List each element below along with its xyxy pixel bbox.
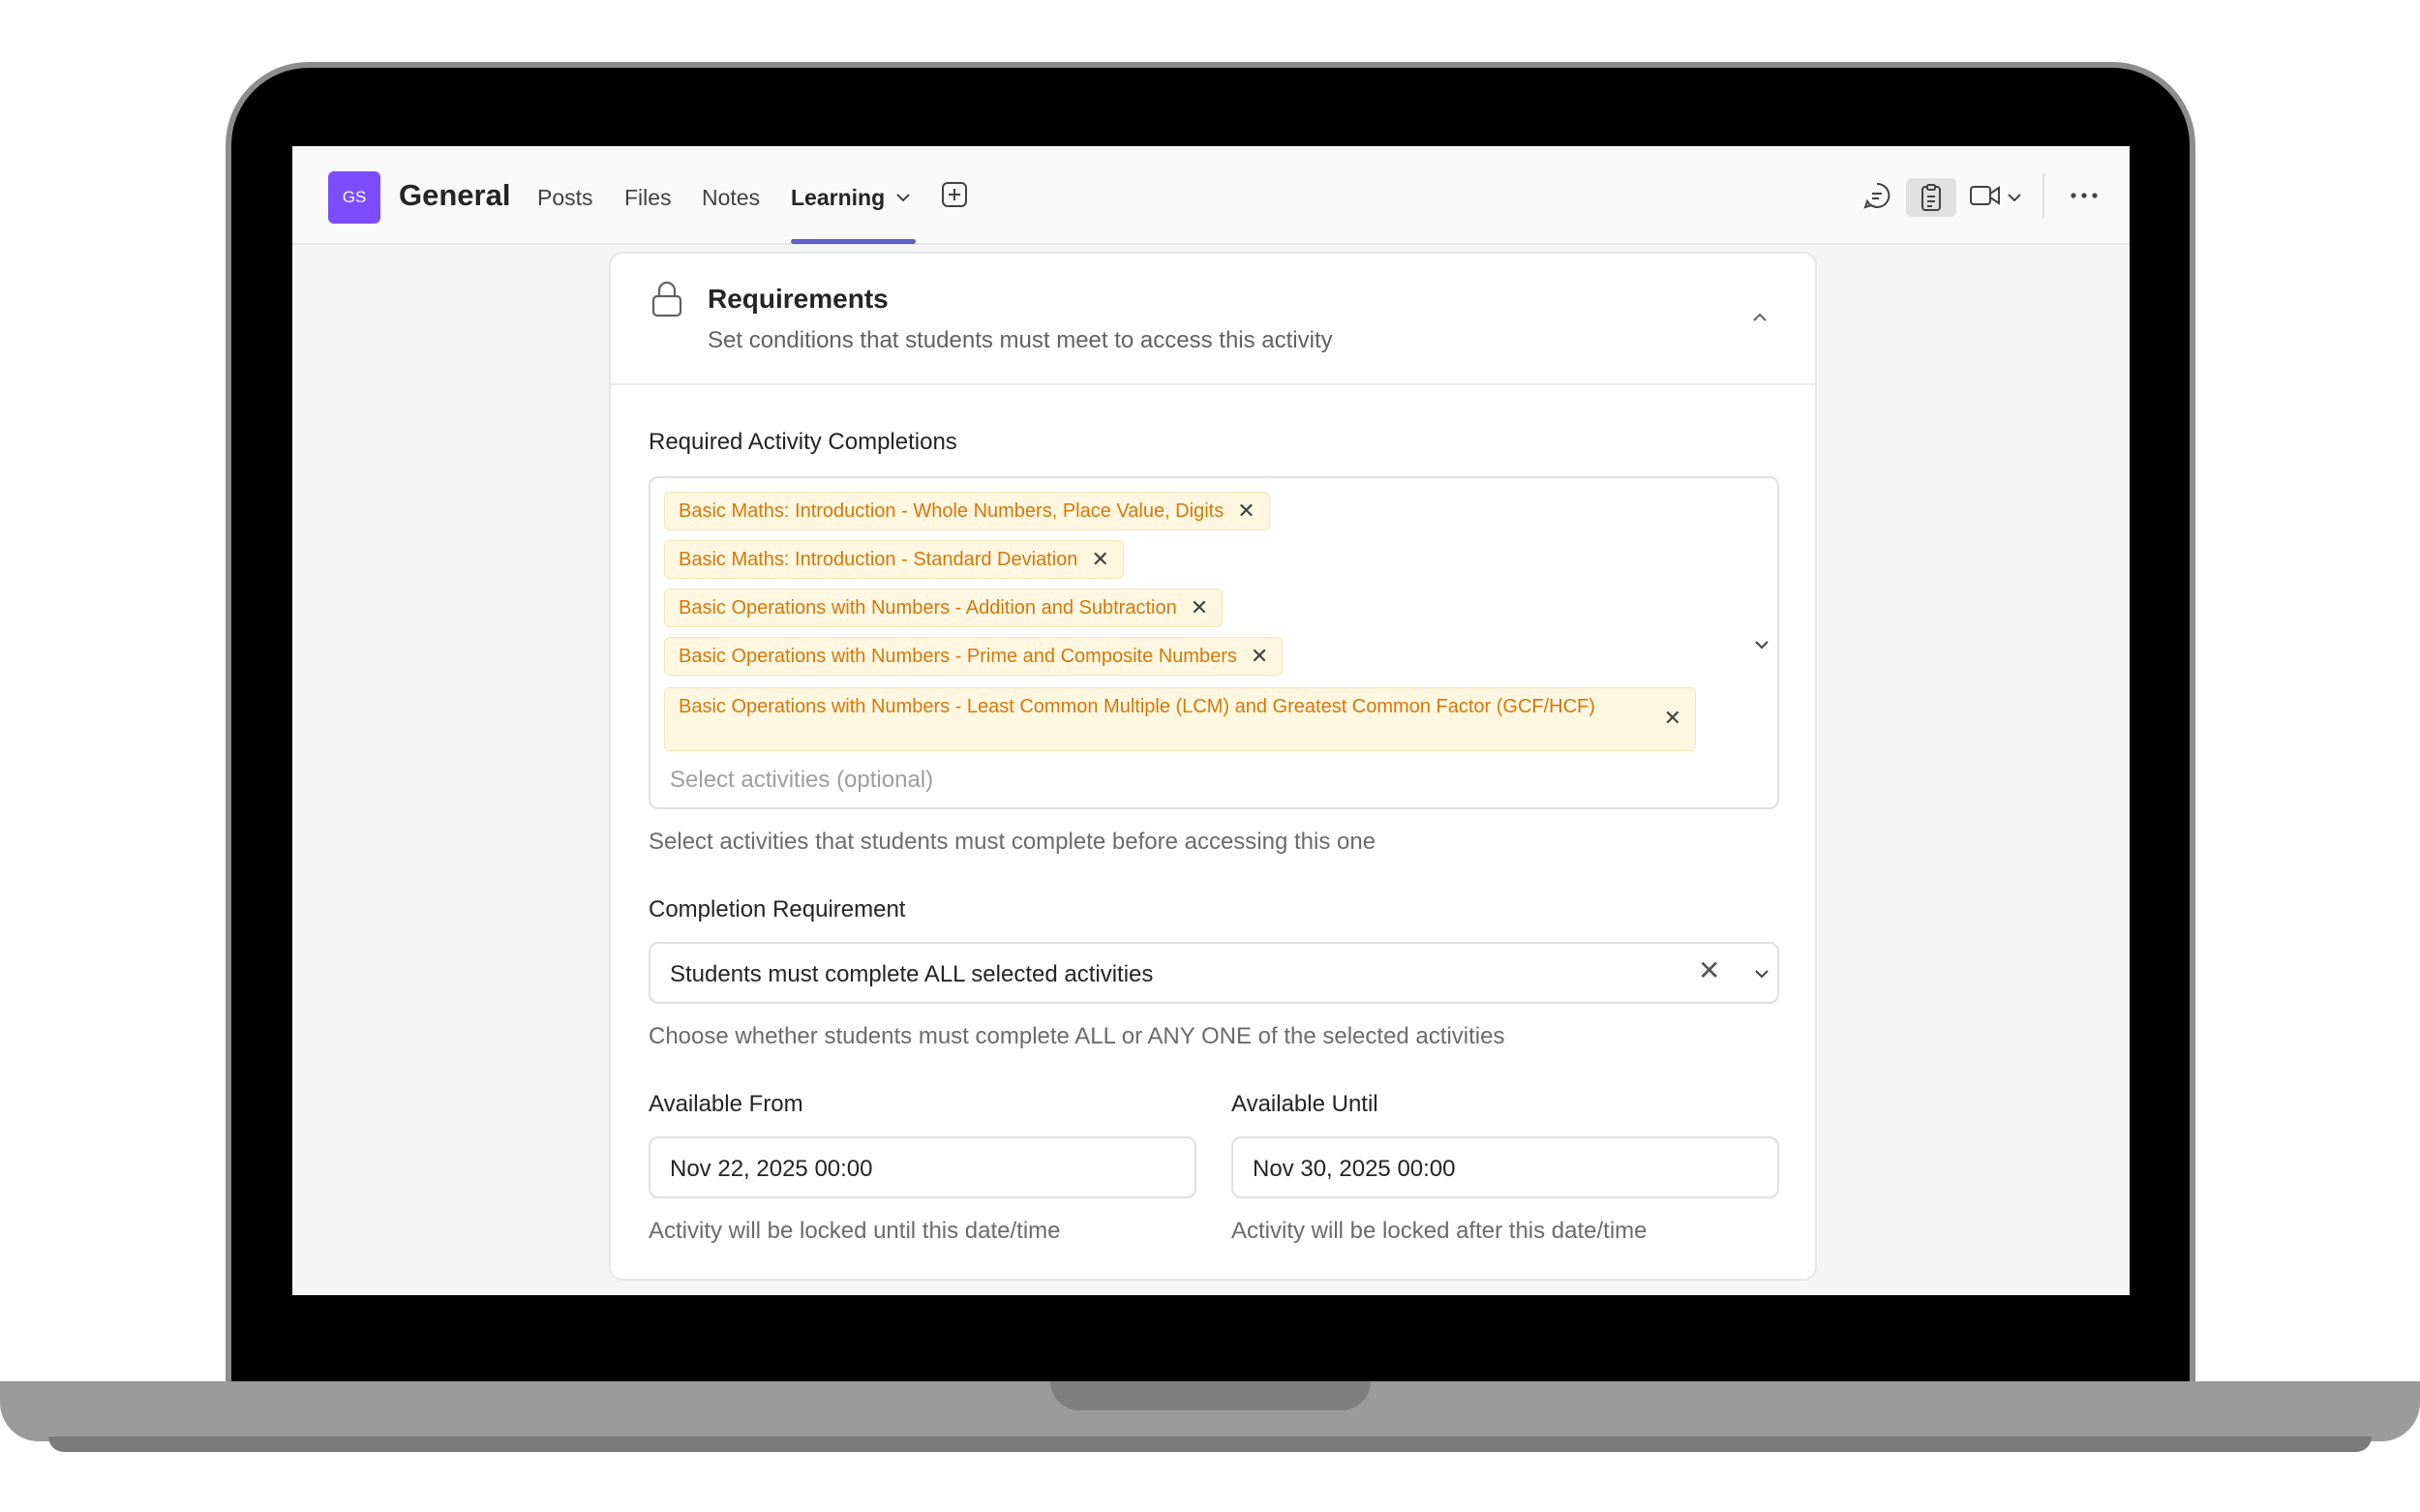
selected-activity-chip: Basic Operations with Numbers - Addition… xyxy=(664,589,1224,627)
activity-completions-multiselect[interactable]: Basic Maths: Introduction - Whole Number… xyxy=(649,476,1779,809)
clear-selection-icon[interactable]: ✕ xyxy=(1698,957,1720,984)
channel-title: General xyxy=(399,178,511,212)
available-until-label: Available Until xyxy=(1231,1091,1378,1117)
tab-notes[interactable]: Notes xyxy=(702,185,760,211)
requirements-title: Requirements xyxy=(708,284,889,314)
remove-chip-icon[interactable]: ✕ xyxy=(1237,500,1255,522)
available-from-input[interactable]: Nov 22, 2025 00:00 xyxy=(649,1136,1196,1198)
clipboard-icon xyxy=(1921,184,1941,211)
requirements-header[interactable]: Requirements Set conditions that student… xyxy=(611,254,1815,385)
requirements-card: Requirements Set conditions that student… xyxy=(609,252,1817,1281)
completion-requirement-help: Choose whether students must complete AL… xyxy=(649,1023,1505,1049)
chat-icon[interactable] xyxy=(1862,181,1891,210)
selected-activity-chip: Basic Operations with Numbers - Least Co… xyxy=(664,687,1696,751)
remove-chip-icon[interactable]: ✕ xyxy=(1191,597,1208,619)
chip-label: Basic Operations with Numbers - Addition… xyxy=(679,596,1177,619)
completion-requirement-value: Students must complete ALL selected acti… xyxy=(670,961,1154,987)
available-until-help: Activity will be locked after this date/… xyxy=(1231,1218,1648,1244)
remove-chip-icon[interactable]: ✕ xyxy=(1251,646,1268,667)
available-until-value: Nov 30, 2025 00:00 xyxy=(1253,1156,1456,1182)
laptop-base-shadow xyxy=(48,1436,2372,1452)
team-avatar[interactable]: GS xyxy=(328,171,380,224)
video-options-chevron-icon[interactable] xyxy=(2006,189,2023,206)
chevron-down-icon[interactable] xyxy=(1752,637,1771,652)
video-camera-icon[interactable] xyxy=(1969,183,2002,208)
tab-files[interactable]: Files xyxy=(624,185,672,211)
activity-select-placeholder[interactable]: Select activities (optional) xyxy=(670,767,933,794)
more-options-icon[interactable] xyxy=(2070,191,2099,200)
completion-requirement-label: Completion Requirement xyxy=(649,896,906,922)
requirements-subtitle: Set conditions that students must meet t… xyxy=(708,327,1333,353)
collapse-chevron-up-icon[interactable] xyxy=(1750,310,1770,325)
selected-activity-chip: Basic Maths: Introduction - Whole Number… xyxy=(664,492,1270,530)
activity-completions-help: Select activities that students must com… xyxy=(649,829,1376,855)
chevron-down-icon[interactable] xyxy=(894,189,912,206)
chevron-down-icon[interactable] xyxy=(1752,966,1771,982)
channel-header: GS General Posts Files Notes Learning xyxy=(292,146,2130,245)
app-screen: GS General Posts Files Notes Learning Re… xyxy=(292,146,2130,1295)
lock-icon xyxy=(651,281,682,318)
completion-requirement-select[interactable]: Students must complete ALL selected acti… xyxy=(649,942,1779,1004)
remove-chip-icon[interactable]: ✕ xyxy=(1091,549,1108,570)
chip-label: Basic Maths: Introduction - Whole Number… xyxy=(679,499,1225,522)
add-tab-icon[interactable] xyxy=(941,181,968,208)
active-tab-indicator xyxy=(791,239,916,244)
header-divider xyxy=(2042,173,2044,218)
selected-activity-chip: Basic Operations with Numbers - Prime an… xyxy=(664,637,1284,676)
chip-label: Basic Operations with Numbers - Least Co… xyxy=(679,696,1595,717)
activity-completions-label: Required Activity Completions xyxy=(649,429,957,455)
chip-label: Basic Operations with Numbers - Prime an… xyxy=(679,645,1237,667)
available-until-input[interactable]: Nov 30, 2025 00:00 xyxy=(1231,1136,1779,1198)
tab-learning[interactable]: Learning xyxy=(791,185,885,211)
laptop-notch xyxy=(1050,1381,1371,1410)
selected-activity-chip: Basic Maths: Introduction - Standard Dev… xyxy=(664,540,1124,579)
available-from-help: Activity will be locked until this date/… xyxy=(649,1218,1061,1244)
available-from-value: Nov 22, 2025 00:00 xyxy=(670,1156,873,1182)
chip-label: Basic Maths: Introduction - Standard Dev… xyxy=(679,548,1078,570)
remove-chip-icon[interactable]: ✕ xyxy=(1664,708,1681,729)
tab-posts[interactable]: Posts xyxy=(537,185,593,211)
available-from-label: Available From xyxy=(649,1091,803,1117)
